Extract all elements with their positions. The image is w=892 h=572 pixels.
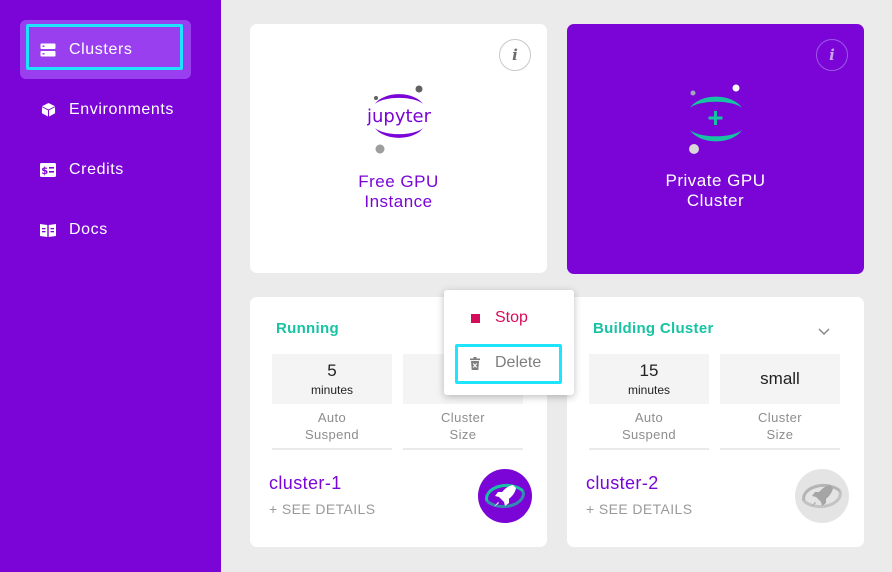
auto-suspend-unit: minutes (310, 383, 354, 397)
rocket-icon (795, 469, 849, 523)
divider (272, 448, 392, 450)
auto-suspend-label: Auto Suspend (272, 409, 392, 443)
cluster-name[interactable]: cluster-1 (269, 473, 342, 494)
focus-highlight (26, 24, 183, 70)
book-icon (40, 222, 56, 238)
card-title-line2: Instance (364, 192, 433, 211)
label-line: Size (449, 427, 477, 442)
label-line: Cluster (441, 410, 485, 425)
cluster-name[interactable]: cluster-2 (586, 473, 659, 494)
cube-icon (40, 102, 56, 118)
label-line: Size (766, 427, 794, 442)
card-title-line2: Cluster (686, 191, 745, 210)
card-title-line1: Private GPU (665, 171, 766, 190)
svg-text:jupyter: jupyter (367, 106, 431, 127)
auto-suspend-value-box: 5 minutes (272, 354, 392, 404)
cluster-size-value-box: small (720, 354, 840, 404)
private-gpu-cluster-card[interactable]: i Private GPU Cluster (567, 24, 864, 274)
see-details-link[interactable]: + SEE DETAILS (586, 501, 692, 517)
info-icon[interactable]: i (816, 39, 848, 71)
label-line: Auto (317, 410, 347, 425)
sidebar-item-environments[interactable]: Environments (20, 80, 191, 139)
stop-icon (468, 313, 482, 323)
divider (589, 448, 709, 450)
cluster-size-label: Cluster Size (720, 409, 840, 443)
divider (403, 448, 523, 450)
sidebar: Clusters Environments $ Credits Docs (0, 0, 221, 572)
jupyter-logo: jupyter (366, 84, 432, 154)
sidebar-item-label: Credits (69, 160, 124, 178)
cluster-size-label: Cluster Size (403, 409, 523, 443)
auto-suspend-unit: minutes (627, 383, 671, 397)
sidebar-item-label: Docs (69, 220, 108, 238)
stop-menu-item[interactable]: Stop (444, 298, 574, 338)
focus-highlight (455, 344, 562, 384)
rocket-icon (478, 469, 532, 523)
divider (720, 448, 840, 450)
add-cluster-icon (684, 84, 748, 154)
label-line: Suspend (621, 427, 677, 442)
label-line: Suspend (304, 427, 360, 442)
see-details-link[interactable]: + SEE DETAILS (269, 501, 375, 517)
cluster-actions-menu: Stop Delete (444, 290, 574, 395)
chevron-down-icon[interactable] (818, 323, 830, 341)
auto-suspend-value: 15 (639, 361, 659, 380)
stop-label: Stop (495, 309, 528, 326)
sidebar-item-credits[interactable]: $ Credits (20, 140, 191, 199)
info-icon[interactable]: i (499, 39, 531, 71)
sidebar-item-label: Environments (69, 100, 175, 118)
sidebar-item-clusters[interactable]: Clusters (20, 20, 191, 79)
free-gpu-instance-card[interactable]: i jupyter Free GPU Instance (250, 24, 547, 273)
auto-suspend-value-box: 15 minutes (589, 354, 709, 404)
svg-text:$: $ (41, 166, 49, 177)
status-label: Running (276, 320, 339, 337)
cluster-size-value: small (760, 369, 800, 388)
auto-suspend-label: Auto Suspend (589, 409, 709, 443)
card-title-line1: Free GPU (358, 172, 439, 191)
label-line: Cluster (758, 410, 802, 425)
auto-suspend-value: 5 (327, 361, 337, 380)
dollar-badge-icon: $ (40, 162, 56, 178)
sidebar-item-docs[interactable]: Docs (20, 200, 191, 259)
cluster-card-2[interactable]: Building Cluster 15 minutes small Auto S… (567, 297, 864, 547)
status-label: Building Cluster (593, 320, 714, 337)
label-line: Auto (634, 410, 664, 425)
